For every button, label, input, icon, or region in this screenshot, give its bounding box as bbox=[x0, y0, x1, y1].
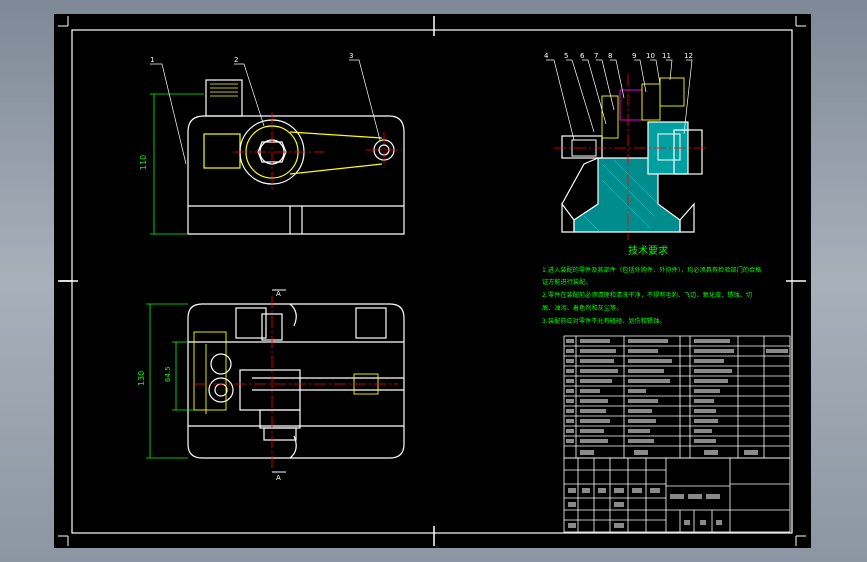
top-inner-dimension: 64.5 bbox=[164, 366, 172, 382]
balloon-7: 7 bbox=[594, 52, 598, 60]
balloon-1: 1 bbox=[150, 56, 154, 64]
front-centerlines bbox=[234, 112, 402, 192]
title-block-text-bars bbox=[568, 488, 722, 528]
section-arrows bbox=[272, 289, 286, 473]
tech-req-line-1: 1.进入装配的零件及其部件（包括外购件、外协件），均必须具有检验部门的合格 bbox=[542, 266, 762, 274]
balloon-5: 5 bbox=[564, 52, 568, 60]
tech-req-line-5: 3.装配前应对零件不允有磕碰、划伤和锈蚀。 bbox=[542, 317, 665, 325]
tech-req-line-2: 证方能进行装配。 bbox=[542, 278, 592, 286]
balloon-10: 10 bbox=[646, 52, 655, 60]
side-balloons: 4 5 6 7 8 9 10 11 12 bbox=[544, 52, 693, 60]
front-dimension bbox=[150, 93, 204, 235]
front-knob bbox=[205, 79, 243, 117]
balloon-11: 11 bbox=[662, 52, 671, 60]
balloon-4: 4 bbox=[544, 52, 549, 60]
balloon-3: 3 bbox=[349, 52, 353, 60]
tech-req-title: 技术要求 bbox=[628, 244, 668, 257]
tech-req-line-3: 2.零件在装配前必须清理和清洗干净，不得有毛刺、飞边、氧化皮、锈蚀、切 bbox=[542, 291, 752, 299]
balloon-8: 8 bbox=[608, 52, 612, 60]
drawing-sheet: 110 1 2 3 130 64.5 A A 4 5 6 7 8 9 10 11… bbox=[54, 14, 811, 548]
side-view bbox=[561, 77, 703, 233]
front-leaders bbox=[150, 59, 381, 165]
center-marks bbox=[58, 16, 806, 546]
top-height-dimension: 130 bbox=[137, 371, 146, 386]
balloon-9: 9 bbox=[632, 52, 636, 60]
front-height-dimension: 110 bbox=[139, 155, 148, 170]
front-view bbox=[187, 79, 405, 235]
tech-req-line-4: 屑、油污、着色剂和灰尘等。 bbox=[542, 304, 622, 312]
trim-marks bbox=[58, 16, 806, 546]
section-mark-bottom: A bbox=[276, 474, 281, 482]
balloon-12: 12 bbox=[684, 52, 693, 60]
balloon-2: 2 bbox=[234, 56, 238, 64]
top-view bbox=[187, 303, 405, 459]
section-mark-top: A bbox=[276, 290, 281, 298]
drawing-canvas: 110 1 2 3 130 64.5 A A 4 5 6 7 8 9 10 11… bbox=[58, 16, 806, 546]
balloon-6: 6 bbox=[580, 52, 585, 60]
